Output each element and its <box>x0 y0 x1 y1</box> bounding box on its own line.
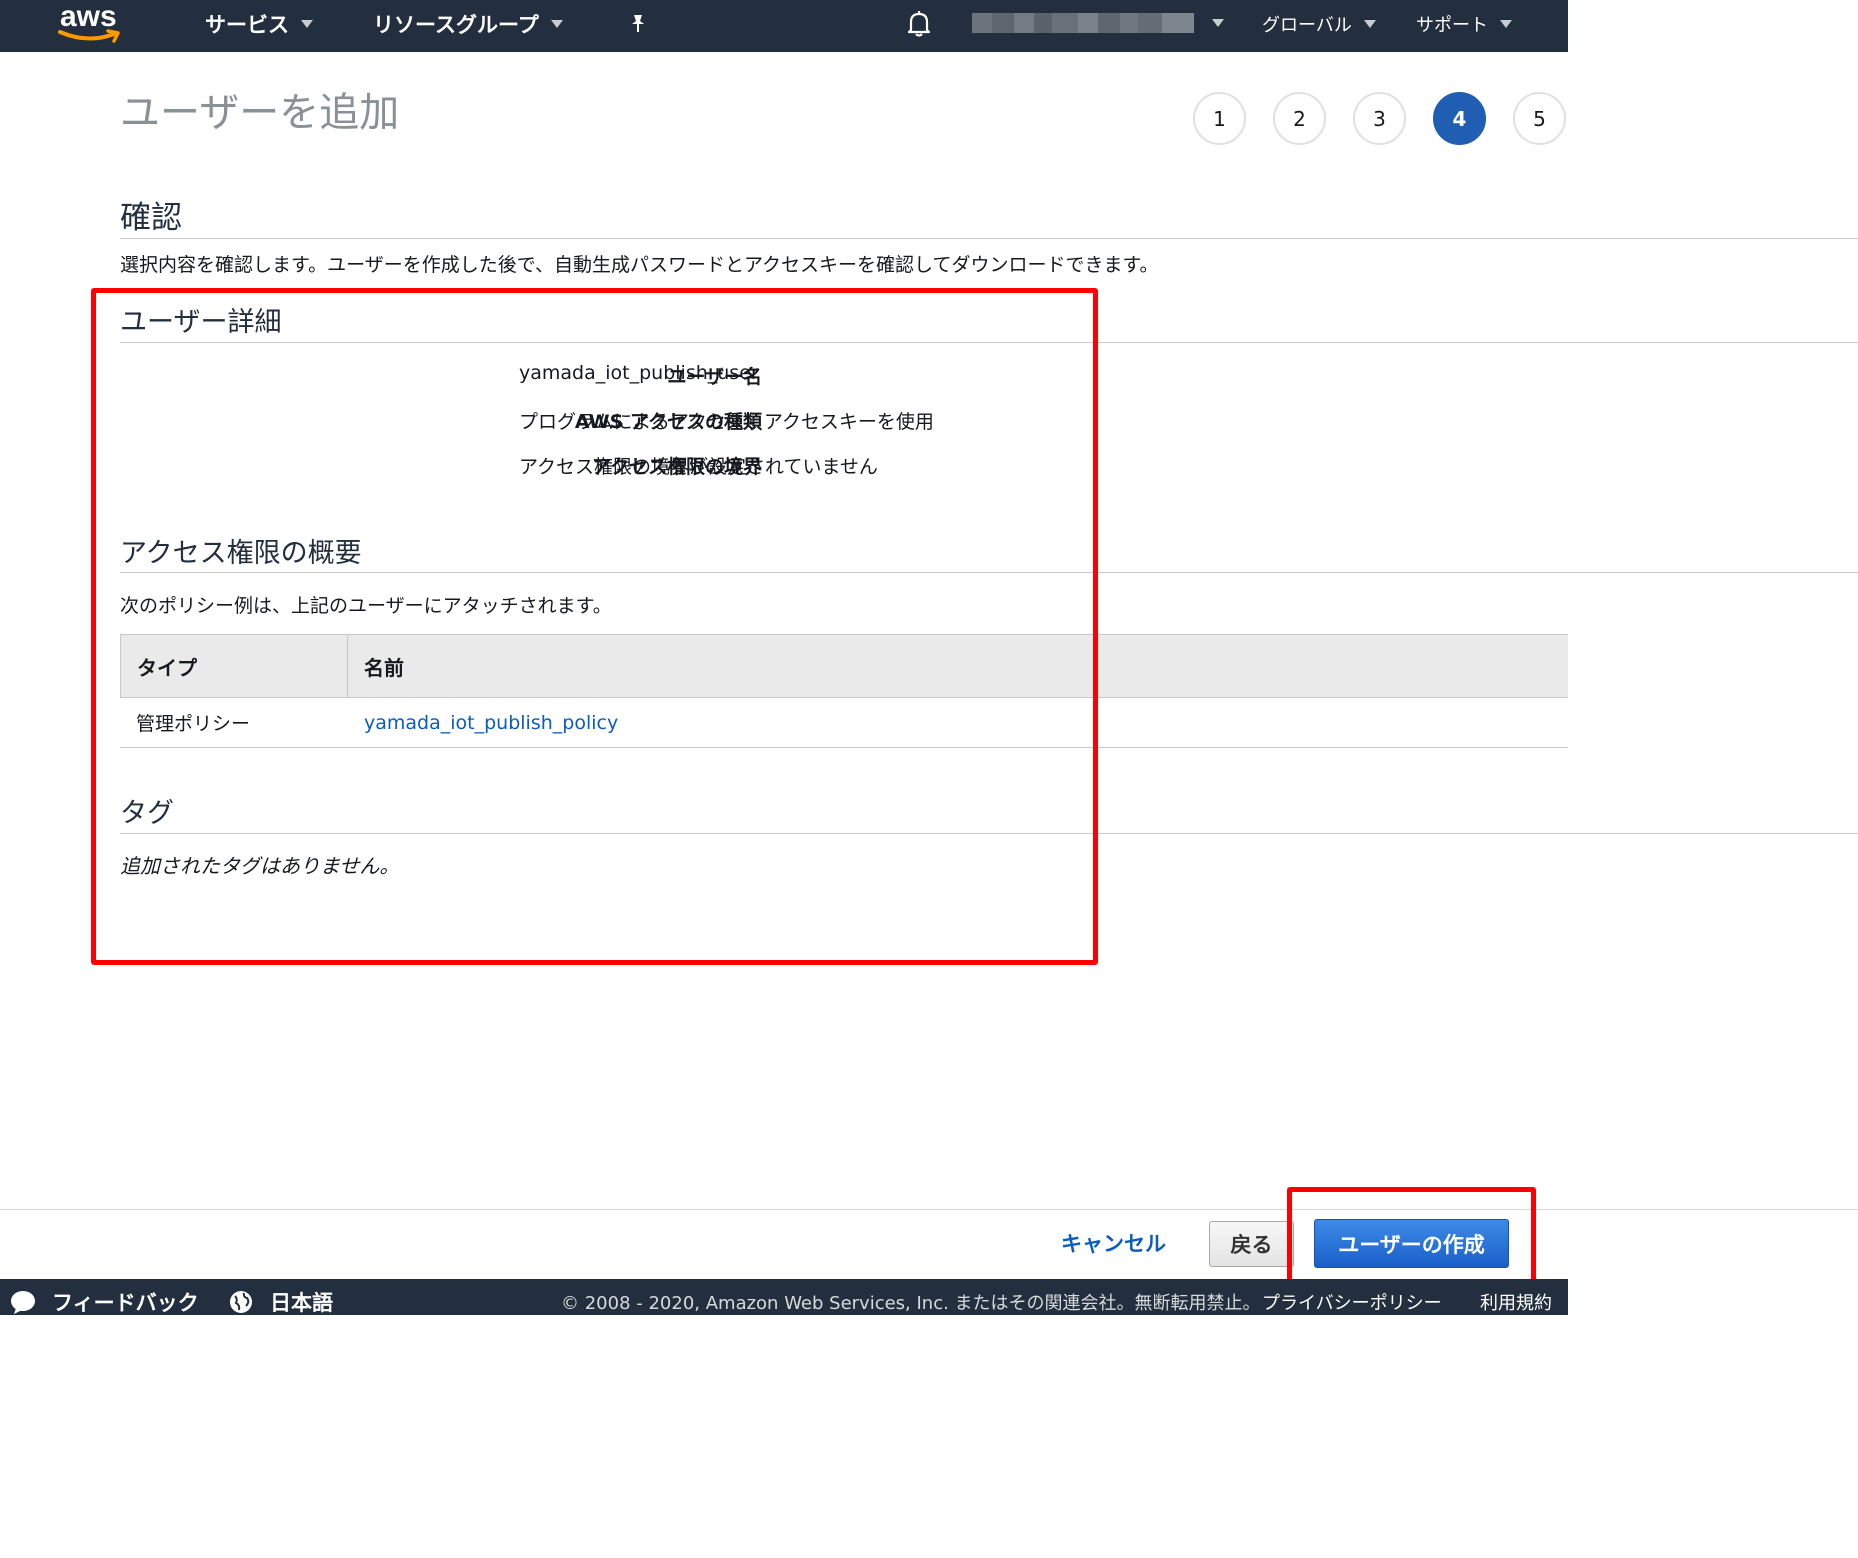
globe-icon <box>230 1291 252 1313</box>
chevron-down-icon <box>301 20 313 28</box>
language-selector[interactable]: 日本語 <box>228 1287 333 1317</box>
cancel-button[interactable]: キャンセル <box>1061 1228 1166 1258</box>
wizard-steps: 1 2 3 4 5 <box>1193 92 1566 145</box>
language-label: 日本語 <box>270 1291 333 1315</box>
services-label: サービス <box>205 13 289 37</box>
footer: フィードバック 日本語 © 2008 - 2020, Amazon Web Se… <box>0 1279 1568 1315</box>
pin-icon[interactable] <box>626 12 650 36</box>
action-bar-divider <box>0 1209 1858 1210</box>
annotation-highlight-details <box>91 288 1098 965</box>
resource-groups-menu[interactable]: リソースグループ <box>373 9 563 39</box>
region-label: グローバル <box>1262 15 1352 36</box>
top-navigation: aws サービス リソースグループ グローバル サポート <box>0 0 1568 52</box>
annotation-highlight-create-button <box>1287 1187 1536 1293</box>
bell-icon[interactable] <box>905 9 933 39</box>
review-heading: 確認 <box>120 200 182 236</box>
page-title: ユーザーを追加 <box>120 90 400 136</box>
support-menu[interactable]: サポート <box>1416 9 1512 39</box>
wizard-step-1[interactable]: 1 <box>1193 92 1246 145</box>
wizard-step-2[interactable]: 2 <box>1273 92 1326 145</box>
wizard-step-3[interactable]: 3 <box>1353 92 1406 145</box>
region-menu[interactable]: グローバル <box>1262 9 1376 39</box>
feedback-link[interactable]: フィードバック <box>10 1287 199 1317</box>
divider <box>120 238 1858 239</box>
chevron-down-icon <box>1363 20 1376 28</box>
aws-logo[interactable]: aws <box>58 0 128 46</box>
feedback-label: フィードバック <box>52 1291 199 1315</box>
chevron-down-icon <box>550 20 563 28</box>
copyright-text: © 2008 - 2020, Amazon Web Services, Inc.… <box>561 1293 1261 1314</box>
resource-groups-label: リソースグループ <box>373 13 539 37</box>
wizard-step-5[interactable]: 5 <box>1513 92 1566 145</box>
services-menu[interactable]: サービス <box>205 9 313 39</box>
account-menu-redacted[interactable] <box>972 13 1194 33</box>
aws-smile-icon <box>58 29 120 43</box>
privacy-policy-link[interactable]: プライバシーポリシー <box>1262 1289 1442 1315</box>
speech-bubble-icon <box>11 1291 35 1314</box>
support-label: サポート <box>1416 15 1488 36</box>
wizard-step-4-current: 4 <box>1433 92 1486 145</box>
chevron-down-icon <box>1500 20 1512 28</box>
chevron-down-icon[interactable] <box>1212 19 1224 27</box>
back-button[interactable]: 戻る <box>1209 1221 1294 1267</box>
review-description: 選択内容を確認します。ユーザーを作成した後で、自動生成パスワードとアクセスキーを… <box>120 254 1159 276</box>
terms-link[interactable]: 利用規約 <box>1480 1289 1552 1315</box>
